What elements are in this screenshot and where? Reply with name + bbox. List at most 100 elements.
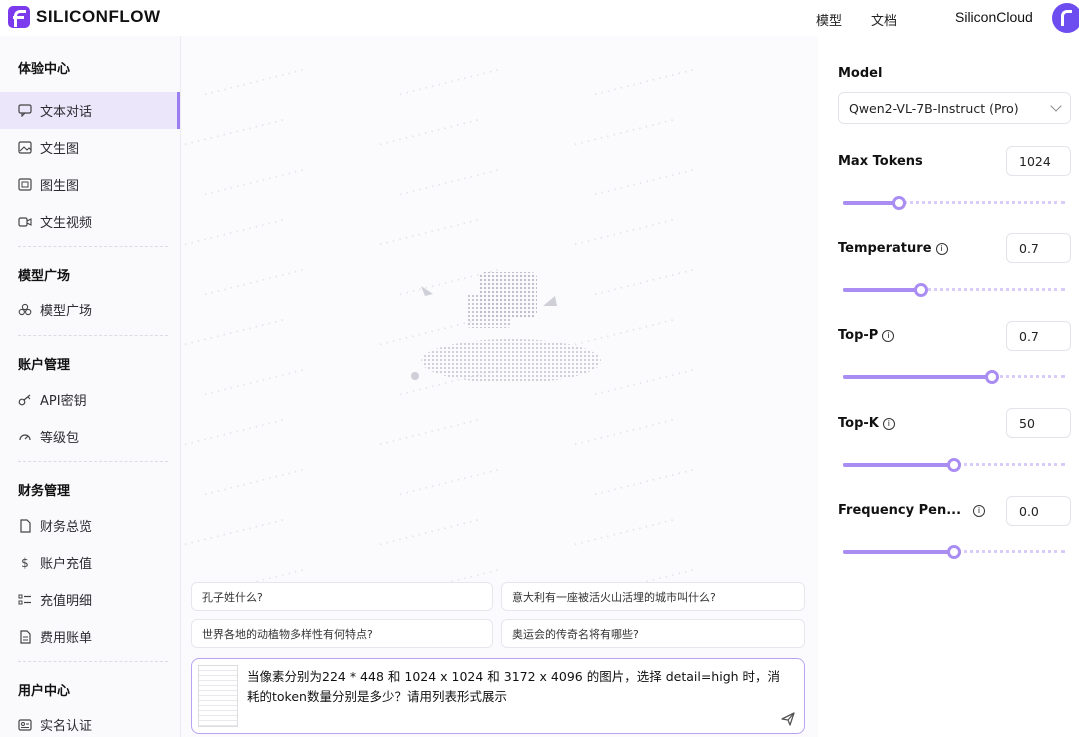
sidebar-item-label: 充值明细 [40, 594, 93, 609]
sidebar-item-real-name[interactable]: 实名认证 [0, 706, 180, 737]
message-composer[interactable]: 当像素分别为224 * 448 和 1024 x 1024 和 3172 x 4… [191, 658, 805, 734]
watermark-mark: ················ [201, 63, 307, 102]
model-label: Model [838, 66, 883, 81]
info-icon[interactable]: i [882, 329, 895, 342]
sidebar-item-text-to-video[interactable]: 文生视频 [0, 203, 180, 240]
siliconflow-logo-icon [8, 6, 30, 28]
suggestion-4[interactable]: 奥运会的传奇名将有哪些? [501, 619, 805, 648]
top-k-input[interactable]: 50 [1006, 408, 1071, 438]
section-title-user-center: 用户中心 [18, 684, 71, 699]
watermark-mark: ················ [376, 213, 482, 252]
sidebar-item-recharge-details[interactable]: 充值明细 [0, 581, 180, 618]
watermark-mark: ················ [571, 113, 677, 152]
parameter-panel: Model Qwen2-VL-7B-Instruct (Pro) Max Tok… [818, 36, 1079, 737]
watermark-mark: ················ [181, 413, 287, 452]
watermark-mark: ················ [181, 113, 287, 152]
param-label-text: Top-P [838, 328, 879, 343]
sidebar-item-model-square[interactable]: 模型广场 [0, 291, 180, 328]
sidebar-item-text-to-image[interactable]: 文生图 [0, 129, 180, 166]
sidebar-item-label: 文生视频 [40, 216, 93, 231]
suggestion-3[interactable]: 世界各地的动植物多样性有何特点? [191, 619, 493, 648]
param-label-text: Top-K [838, 416, 879, 431]
gauge-icon [18, 430, 32, 444]
param-label-text: Temperature [838, 241, 932, 256]
watermark-mark: ················ [181, 313, 287, 352]
watermark-mark: ················ [376, 113, 482, 152]
sidebar-item-image-to-image[interactable]: 图生图 [0, 166, 180, 203]
temperature-slider[interactable] [843, 283, 1065, 297]
info-icon[interactable]: i [973, 504, 986, 517]
section-title-model-square: 模型广场 [18, 269, 71, 284]
top-p-input[interactable]: 0.7 [1006, 321, 1071, 351]
info-icon[interactable]: i [882, 417, 895, 430]
section-title-account: 账户管理 [18, 358, 71, 373]
model-select[interactable]: Qwen2-VL-7B-Instruct (Pro) [838, 92, 1071, 124]
temperature-input[interactable]: 0.7 [1006, 233, 1071, 263]
slider-fill [843, 375, 992, 379]
slider-handle[interactable] [984, 370, 999, 384]
param-label-temperature: Temperature i [838, 241, 948, 256]
top-header: SILICONFLOW 模型 文档 SiliconCloud [0, 0, 1079, 36]
slider-handle[interactable] [891, 196, 906, 210]
id-card-icon [18, 718, 32, 732]
sidebar-item-label: 费用账单 [40, 631, 93, 646]
send-icon[interactable] [780, 711, 796, 727]
slider-fill [843, 201, 899, 205]
siliconcloud-label[interactable]: SiliconCloud [955, 9, 1033, 25]
sidebar-item-label: 模型广场 [40, 304, 93, 319]
sidebar-divider [18, 246, 168, 247]
suggestion-2[interactable]: 意大利有一座被活火山活埋的城市叫什么? [501, 582, 805, 611]
sidebar-item-finance-overview[interactable]: 财务总览 [0, 507, 180, 544]
sidebar-item-label: 财务总览 [40, 520, 93, 535]
sidebar-item-text-chat[interactable]: 文本对话 [0, 92, 180, 129]
attached-image-thumbnail[interactable] [198, 665, 238, 727]
slider-fill [843, 463, 954, 467]
top-k-slider[interactable] [843, 458, 1065, 472]
sidebar-item-recharge[interactable]: $ 账户充值 [0, 544, 180, 581]
slider-handle[interactable] [913, 283, 928, 297]
slider-handle[interactable] [947, 545, 961, 559]
frequency-penalty-slider[interactable] [843, 545, 1065, 559]
message-input[interactable]: 当像素分别为224 * 448 和 1024 x 1024 和 3172 x 4… [247, 667, 787, 707]
watermark-mark: ················ [181, 513, 287, 552]
param-label-max-tokens: Max Tokens [838, 154, 923, 169]
watermark-mark: ················ [571, 513, 677, 552]
chat-area: ················ ················ ········… [181, 36, 818, 737]
brand-logo[interactable]: SILICONFLOW [8, 6, 160, 28]
sidebar-divider [18, 335, 168, 336]
sidebar-item-label: 等级包 [40, 431, 80, 446]
param-label-top-p: Top-P i [838, 328, 895, 343]
slider-fill [843, 550, 954, 554]
slider-handle[interactable] [947, 458, 961, 472]
nav-docs[interactable]: 文档 [871, 10, 897, 29]
nav-models[interactable]: 模型 [816, 10, 842, 29]
max-tokens-input[interactable]: 1024 [1006, 146, 1071, 176]
param-label-text: Frequency Pen... [838, 503, 962, 518]
watermark-mark: ················ [571, 413, 677, 452]
watermark-mark: ················ [396, 163, 502, 202]
param-label-text: Max Tokens [838, 154, 923, 169]
sidebar-item-label: 实名认证 [40, 719, 93, 734]
video-icon [18, 215, 32, 229]
param-label-frequency-penalty: Frequency Pen... i [838, 503, 986, 518]
top-p-slider[interactable] [843, 370, 1065, 384]
watermark-mark: ················ [201, 463, 307, 502]
watermark-mark: ················ [396, 463, 502, 502]
bill-icon [18, 629, 32, 644]
section-title-experience: 体验中心 [18, 62, 71, 77]
sidebar-divider [18, 461, 168, 462]
info-icon[interactable]: i [935, 242, 948, 255]
sidebar-item-label: 账户充值 [40, 557, 93, 572]
watermark-mark: ················ [181, 213, 287, 252]
max-tokens-slider[interactable] [843, 196, 1065, 210]
sidebar-divider [18, 661, 168, 662]
suggestion-1[interactable]: 孔子姓什么? [191, 582, 493, 611]
watermark-mark: ················ [571, 213, 677, 252]
sidebar-item-api-keys[interactable]: API密钥 [0, 381, 180, 418]
watermark-mark: ················ [201, 163, 307, 202]
sidebar-item-bills[interactable]: 费用账单 [0, 618, 180, 655]
user-avatar[interactable] [1052, 3, 1079, 33]
sidebar-item-level-pack[interactable]: 等级包 [0, 418, 180, 455]
dollar-icon: $ [21, 555, 29, 570]
frequency-penalty-input[interactable]: 0.0 [1006, 496, 1071, 526]
